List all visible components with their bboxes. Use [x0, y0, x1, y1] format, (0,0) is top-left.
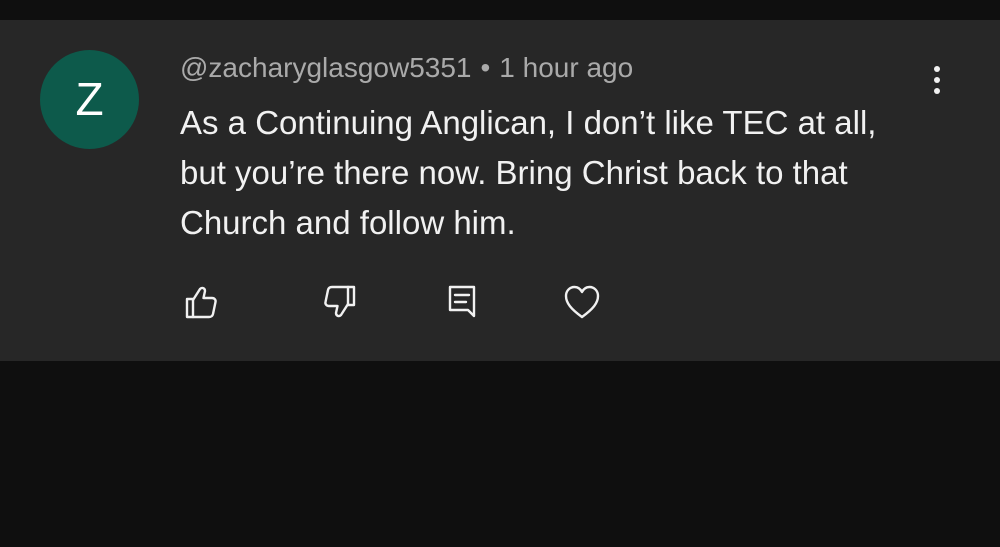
dislike-button[interactable] — [320, 282, 360, 322]
top-band — [0, 0, 1000, 20]
comment-meta: @zacharyglasgow5351 • 1 hour ago — [180, 52, 633, 84]
heart-icon — [564, 285, 600, 319]
reply-button[interactable] — [442, 282, 482, 322]
like-button[interactable] — [181, 282, 221, 322]
empty-area — [0, 361, 1000, 547]
avatar[interactable]: Z — [40, 50, 139, 149]
comment-timestamp[interactable]: 1 hour ago — [499, 52, 633, 83]
avatar-letter: Z — [75, 73, 104, 125]
comment-card: Z @zacharyglasgow5351 • 1 hour ago As a Co… — [0, 20, 1000, 361]
thumbs-up-icon — [185, 286, 217, 319]
vertical-ellipsis-icon — [934, 66, 940, 72]
meta-separator: • — [480, 52, 491, 83]
thumbs-down-icon — [324, 285, 356, 318]
comment-text: As a Continuing Anglican, I don’t like T… — [180, 104, 877, 241]
more-options-button[interactable] — [920, 62, 956, 98]
author-handle[interactable]: @zacharyglasgow5351 — [180, 52, 471, 83]
heart-button[interactable] — [562, 282, 602, 322]
reply-comment-icon — [448, 285, 476, 318]
